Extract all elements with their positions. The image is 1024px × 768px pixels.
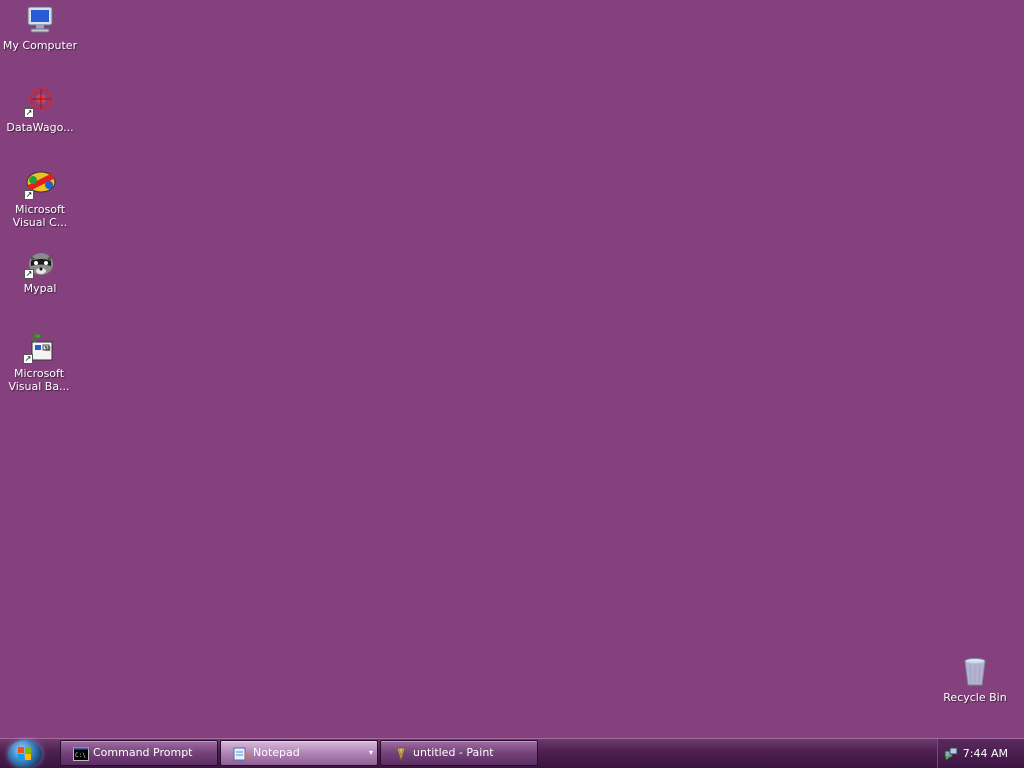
shortcut-arrow-icon: ↗ <box>23 354 33 364</box>
network-icon[interactable] <box>944 746 958 760</box>
desktop-icon-my-computer[interactable]: My Computer <box>1 4 79 52</box>
desktop-icon-datawagon[interactable]: ↗ DataWago... <box>1 86 79 134</box>
desktop-icon-label: Microsoft Visual C... <box>12 203 68 229</box>
taskbar-button-command-prompt[interactable]: C:\ Command Prompt <box>60 740 218 766</box>
notepad-icon <box>233 746 249 761</box>
start-orb-icon[interactable] <box>8 740 42 768</box>
taskbar-button-label: Command Prompt <box>93 746 193 759</box>
svg-text:32: 32 <box>44 346 50 352</box>
svg-text:C:\: C:\ <box>75 752 86 759</box>
command-prompt-icon: C:\ <box>73 746 89 761</box>
desktop-icon-label: Mypal <box>23 282 57 295</box>
paint-icon <box>393 746 409 762</box>
windows-flag-icon <box>18 747 32 761</box>
desktop-icon-visual-basic[interactable]: 32 ↗ Microsoft Visual Ba... <box>0 332 78 393</box>
desktop-icon-visual-c[interactable]: ↗ Microsoft Visual C... <box>1 168 79 229</box>
desktop-icon-label: DataWago... <box>6 121 74 134</box>
taskbar-button-paint[interactable]: untitled - Paint <box>380 740 538 766</box>
desktop-icon-mypal[interactable]: ↗ Mypal <box>1 247 79 295</box>
recycle-bin-icon <box>959 656 991 688</box>
datawagon-icon: ↗ <box>24 86 56 118</box>
desktop-icon-recycle-bin[interactable]: Recycle Bin <box>936 656 1014 704</box>
desktop: My Computer ↗ DataWago... ↗ Microsoft Vi… <box>0 0 1024 738</box>
visual-basic-icon: 32 ↗ <box>23 332 55 364</box>
system-tray: 7:44 AM <box>937 739 1024 768</box>
chevron-down-icon[interactable]: ▾ <box>369 741 373 765</box>
clock[interactable]: 7:44 AM <box>963 739 1008 768</box>
desktop-icon-label: Recycle Bin <box>943 691 1007 704</box>
desktop-icon-label: Microsoft Visual Ba... <box>8 367 70 393</box>
shortcut-arrow-icon: ↗ <box>24 108 34 118</box>
taskbar: C:\ Command Prompt Notepad ▾ untitled - … <box>0 738 1024 768</box>
taskbar-button-notepad[interactable]: Notepad ▾ <box>220 740 378 766</box>
computer-icon <box>24 4 56 36</box>
desktop-icon-label: My Computer <box>2 39 78 52</box>
shortcut-arrow-icon: ↗ <box>24 190 34 200</box>
mypal-icon: ↗ <box>24 247 56 279</box>
taskbar-button-label: Notepad <box>253 746 300 759</box>
shortcut-arrow-icon: ↗ <box>24 269 34 279</box>
visual-c-icon: ↗ <box>24 168 56 200</box>
taskbar-button-label: untitled - Paint <box>413 746 494 759</box>
